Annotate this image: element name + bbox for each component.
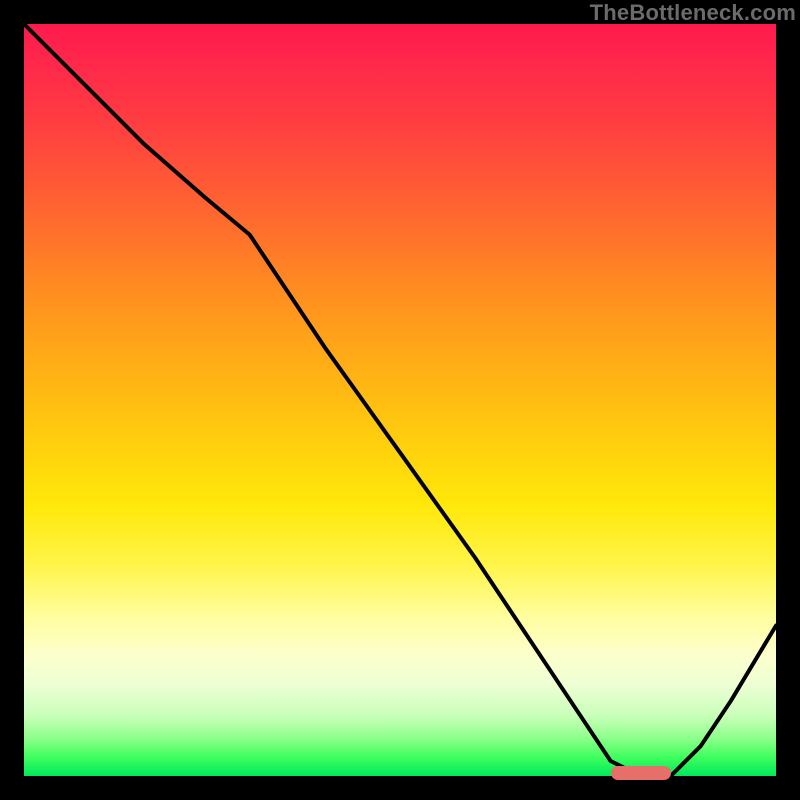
bottleneck-curve [24,24,776,776]
watermark-text: TheBottleneck.com [590,0,796,26]
curve-path [24,24,776,776]
chart-frame [24,24,776,776]
optimal-range-marker [611,766,671,780]
